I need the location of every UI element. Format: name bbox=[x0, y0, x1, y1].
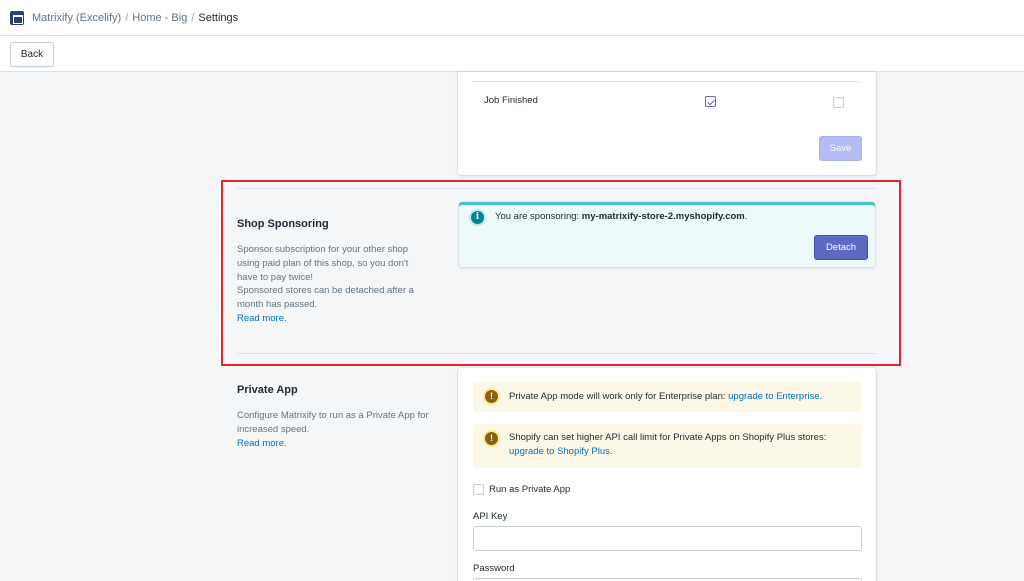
upgrade-enterprise-link[interactable]: upgrade to Enterprise bbox=[728, 391, 819, 402]
breadcrumb-home[interactable]: Home - Big bbox=[132, 12, 187, 24]
breadcrumb: Matrixify (Excelify) / Home - Big / Sett… bbox=[32, 12, 238, 24]
exclamation-icon: ! bbox=[485, 432, 498, 445]
enterprise-warning-text: Private App mode will work only for Ente… bbox=[509, 390, 822, 404]
warning2-text: Shopify can set higher API call limit fo… bbox=[509, 432, 827, 443]
exclamation-icon: ! bbox=[485, 390, 498, 403]
app-logo-icon bbox=[10, 10, 24, 25]
breadcrumb-separator: / bbox=[191, 11, 195, 24]
plus-warning-text: Shopify can set higher API call limit fo… bbox=[509, 431, 854, 459]
action-bar: Back bbox=[0, 36, 1024, 72]
card-divider bbox=[472, 81, 861, 82]
breadcrumb-current: Settings bbox=[198, 11, 239, 24]
save-button[interactable]: Save bbox=[819, 136, 862, 161]
notifications-card: Job Finished Save bbox=[458, 72, 876, 175]
job-finished-email-checkbox[interactable] bbox=[705, 96, 716, 107]
private-app-read-more-link[interactable]: Read more. bbox=[237, 438, 287, 449]
warning1-text: Private App mode will work only for Ente… bbox=[509, 391, 729, 402]
upgrade-plus-link[interactable]: upgrade to Shopify Plus bbox=[509, 446, 610, 457]
warning1-suffix: . bbox=[819, 391, 823, 402]
job-finished-other-checkbox[interactable] bbox=[833, 97, 844, 108]
back-button[interactable]: Back bbox=[10, 42, 54, 67]
private-app-title: Private App bbox=[237, 384, 298, 396]
top-bar: Matrixify (Excelify) / Home - Big / Sett… bbox=[0, 0, 1024, 36]
private-app-desc-text: Configure Matrixify to run as a Private … bbox=[237, 410, 429, 435]
password-label: Password bbox=[473, 563, 515, 574]
breadcrumb-separator: / bbox=[125, 11, 129, 24]
private-app-description: Configure Matrixify to run as a Private … bbox=[237, 409, 437, 450]
enterprise-warning-banner: ! Private App mode will work only for En… bbox=[473, 382, 862, 412]
api-key-label: API Key bbox=[473, 511, 508, 522]
run-as-private-label[interactable]: Run as Private App bbox=[489, 484, 570, 495]
highlight-box bbox=[221, 180, 901, 366]
plus-warning-banner: ! Shopify can set higher API call limit … bbox=[473, 424, 862, 468]
job-finished-label: Job Finished bbox=[484, 95, 538, 106]
private-app-card: ! Private App mode will work only for En… bbox=[458, 368, 876, 581]
api-key-input[interactable] bbox=[473, 526, 862, 551]
breadcrumb-app[interactable]: Matrixify (Excelify) bbox=[32, 12, 121, 24]
warning2-suffix: . bbox=[609, 446, 613, 457]
run-as-private-checkbox[interactable] bbox=[473, 484, 484, 495]
